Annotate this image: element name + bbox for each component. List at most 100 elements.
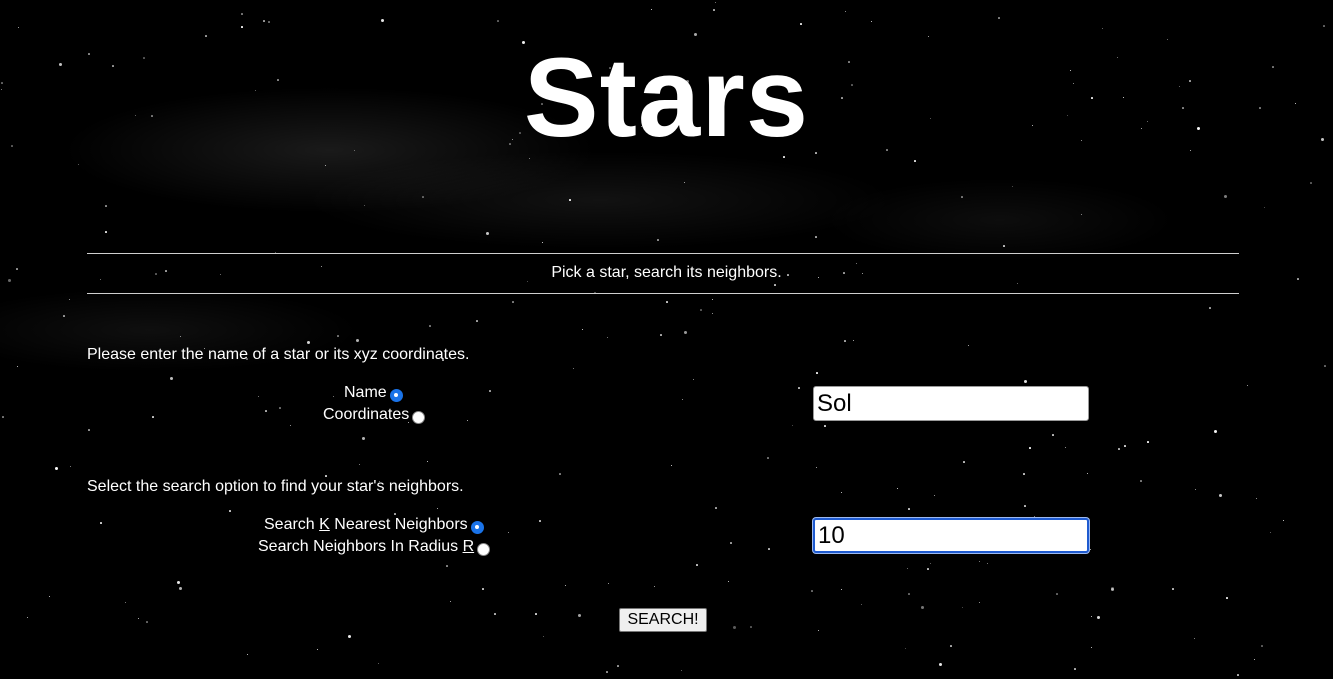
background-star [364,205,365,206]
background-star [494,613,496,615]
radius-option[interactable]: Search Neighbors In Radius R [258,538,491,556]
background-star [607,337,608,338]
background-star [378,663,379,664]
background-star [1024,380,1027,383]
background-star [816,467,817,468]
search-button[interactable]: SEARCH! [619,608,707,632]
background-star [768,548,770,550]
background-star [1087,473,1088,474]
background-star [578,614,581,617]
background-star [317,649,318,650]
background-star [429,325,431,327]
background-star [241,26,243,28]
background-star [861,604,862,605]
divider-top [87,253,1239,254]
background-star [205,35,207,37]
background-star [660,334,662,336]
background-star [1140,480,1142,482]
background-star [712,299,713,300]
background-star [921,606,924,609]
knn-option[interactable]: Search K Nearest Neighbors [264,516,484,534]
search-parameter-input[interactable] [813,518,1089,553]
background-star [325,165,326,166]
background-star [811,590,813,592]
background-star [1003,245,1005,247]
background-star [247,654,248,655]
background-star [1118,448,1120,450]
background-star [1023,473,1025,475]
background-star [606,671,608,673]
divider-bottom [87,293,1239,294]
coordinates-option[interactable]: Coordinates [323,406,426,424]
background-star [927,568,929,570]
background-star [715,2,716,3]
background-star [307,341,310,344]
background-star [105,205,107,207]
name-option-label: Name [344,384,387,401]
background-star [684,182,685,183]
background-star [928,36,929,37]
background-star [908,508,910,510]
background-star [569,199,571,201]
background-star [1214,430,1217,433]
background-star [1017,283,1018,284]
background-star [1310,182,1312,184]
star-prompt: Please enter the name of a star or its x… [87,346,470,363]
background-star [27,617,28,618]
background-star [348,635,351,638]
knn-radio[interactable] [470,520,484,534]
background-star [841,492,842,493]
background-star [816,372,818,374]
background-star [18,27,19,28]
background-star [1102,28,1103,29]
background-star [467,420,468,421]
search-prompt: Select the search option to find your st… [87,478,464,495]
background-star [476,320,478,322]
background-star [177,581,180,584]
background-star [565,585,566,586]
background-star [1052,434,1054,436]
background-star [170,377,173,380]
background-star [853,340,854,341]
background-star [930,563,931,564]
name-option[interactable]: Name [344,384,403,402]
background-star [17,366,18,367]
background-star [1056,593,1058,595]
background-star [934,495,935,496]
background-star [512,301,514,303]
name-radio[interactable] [389,388,403,402]
background-star [1124,445,1126,447]
background-star [1034,516,1035,517]
background-star [608,583,609,584]
background-star [792,425,793,426]
background-star [362,437,365,440]
background-star [2,416,4,418]
background-star [914,160,916,162]
background-star [180,336,181,337]
radius-label-key: R [462,538,475,555]
coordinates-radio[interactable] [412,410,426,424]
background-star [1172,588,1174,590]
background-star [1219,494,1222,497]
background-star [1074,668,1076,670]
background-star [1324,365,1326,367]
background-star [508,532,509,533]
background-star [693,379,694,380]
background-star [1111,588,1114,591]
background-star [905,648,906,649]
background-star [146,621,148,623]
radius-radio[interactable] [477,542,491,556]
background-star [962,607,963,608]
background-star [559,473,561,475]
background-star [682,399,683,400]
background-star [333,396,334,397]
background-star [55,467,58,470]
star-name-input[interactable] [813,386,1089,421]
background-star [446,565,448,567]
background-star [1254,659,1255,660]
background-star [657,239,659,241]
background-star [268,21,270,23]
background-star [542,242,543,243]
background-star [573,368,574,369]
background-star [1195,489,1196,490]
